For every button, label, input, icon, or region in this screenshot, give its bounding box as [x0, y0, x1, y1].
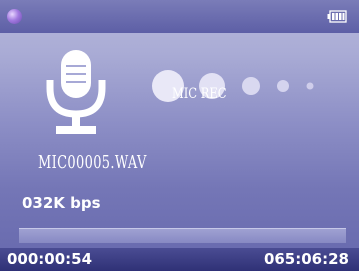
status-bar [0, 0, 359, 33]
file-name: MIC00005.WAV [38, 152, 147, 173]
progress-bar [19, 228, 346, 243]
battery-icon [327, 10, 347, 23]
microphone-icon [46, 50, 106, 134]
status-dot-icon [7, 9, 22, 24]
total-time: 065:06:28 [263, 250, 349, 268]
bitrate-label: 032K bps [22, 194, 101, 212]
recorder-screen: MIC REC MIC00005.WAV 032K bps 000:00:54 … [0, 0, 359, 271]
mode-label: MIC REC [172, 86, 227, 102]
elapsed-time: 000:00:54 [7, 250, 93, 268]
